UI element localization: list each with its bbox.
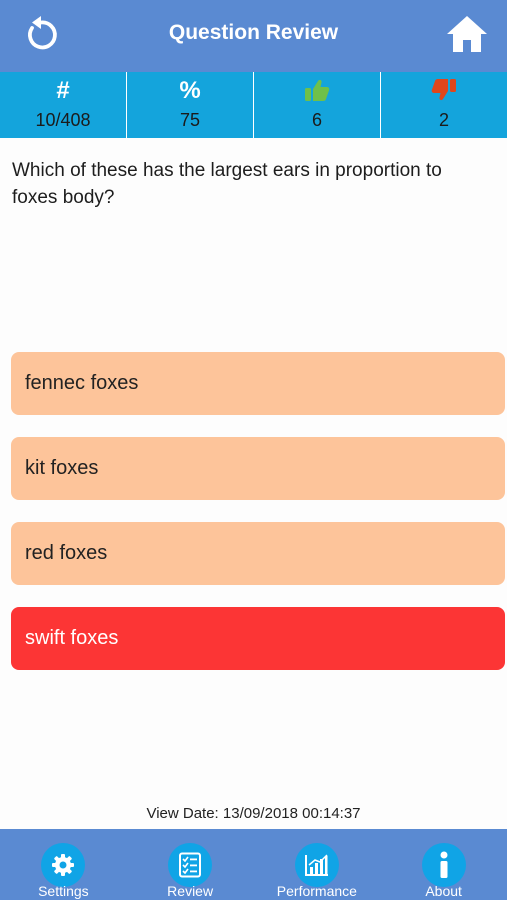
tab-performance[interactable]: Performance bbox=[254, 829, 381, 900]
view-date: View Date: 13/09/2018 00:14:37 bbox=[146, 805, 361, 822]
stat-percent: % 75 bbox=[127, 72, 254, 138]
gear-icon bbox=[41, 843, 86, 887]
tab-about[interactable]: About bbox=[380, 829, 507, 900]
thumbs-up-icon bbox=[254, 78, 380, 104]
stats-bar: # 10/408 % 75 6 2 bbox=[0, 72, 507, 138]
tab-bar: Settings Review Performance About bbox=[0, 829, 507, 900]
page-title: Question Review bbox=[168, 21, 339, 44]
stat-question-number: # 10/408 bbox=[0, 72, 127, 138]
bar-chart-icon bbox=[294, 843, 339, 887]
answer-option[interactable]: fennec foxes bbox=[11, 352, 505, 415]
answer-option[interactable]: kit foxes bbox=[11, 437, 505, 500]
home-icon[interactable] bbox=[445, 12, 489, 56]
percent-icon: % bbox=[179, 77, 201, 104]
tab-label: Performance bbox=[276, 883, 357, 899]
tab-label: Review bbox=[167, 883, 214, 899]
thumbs-down-icon bbox=[381, 78, 507, 104]
stat-value: 6 bbox=[311, 110, 322, 130]
answer-option-wrong[interactable]: swift foxes bbox=[11, 607, 505, 670]
hash-icon: # bbox=[56, 77, 70, 104]
stat-value: 2 bbox=[438, 110, 449, 130]
answer-list: fennec foxes kit foxes red foxes swift f… bbox=[11, 352, 505, 692]
tab-review[interactable]: Review bbox=[127, 829, 254, 900]
stat-wrong: 2 bbox=[381, 72, 507, 138]
question-text: Which of these has the largest ears in p… bbox=[12, 160, 442, 208]
answer-option[interactable]: red foxes bbox=[11, 522, 505, 585]
tab-settings[interactable]: Settings bbox=[0, 829, 127, 900]
tab-label: About bbox=[425, 883, 462, 899]
stat-value: 75 bbox=[179, 110, 201, 130]
checklist-icon bbox=[168, 843, 213, 887]
info-icon bbox=[421, 843, 466, 887]
stat-correct: 6 bbox=[254, 72, 381, 138]
header-bar: Question Review bbox=[0, 0, 507, 72]
stat-value: 10/408 bbox=[35, 110, 91, 130]
tab-label: Settings bbox=[38, 883, 89, 899]
